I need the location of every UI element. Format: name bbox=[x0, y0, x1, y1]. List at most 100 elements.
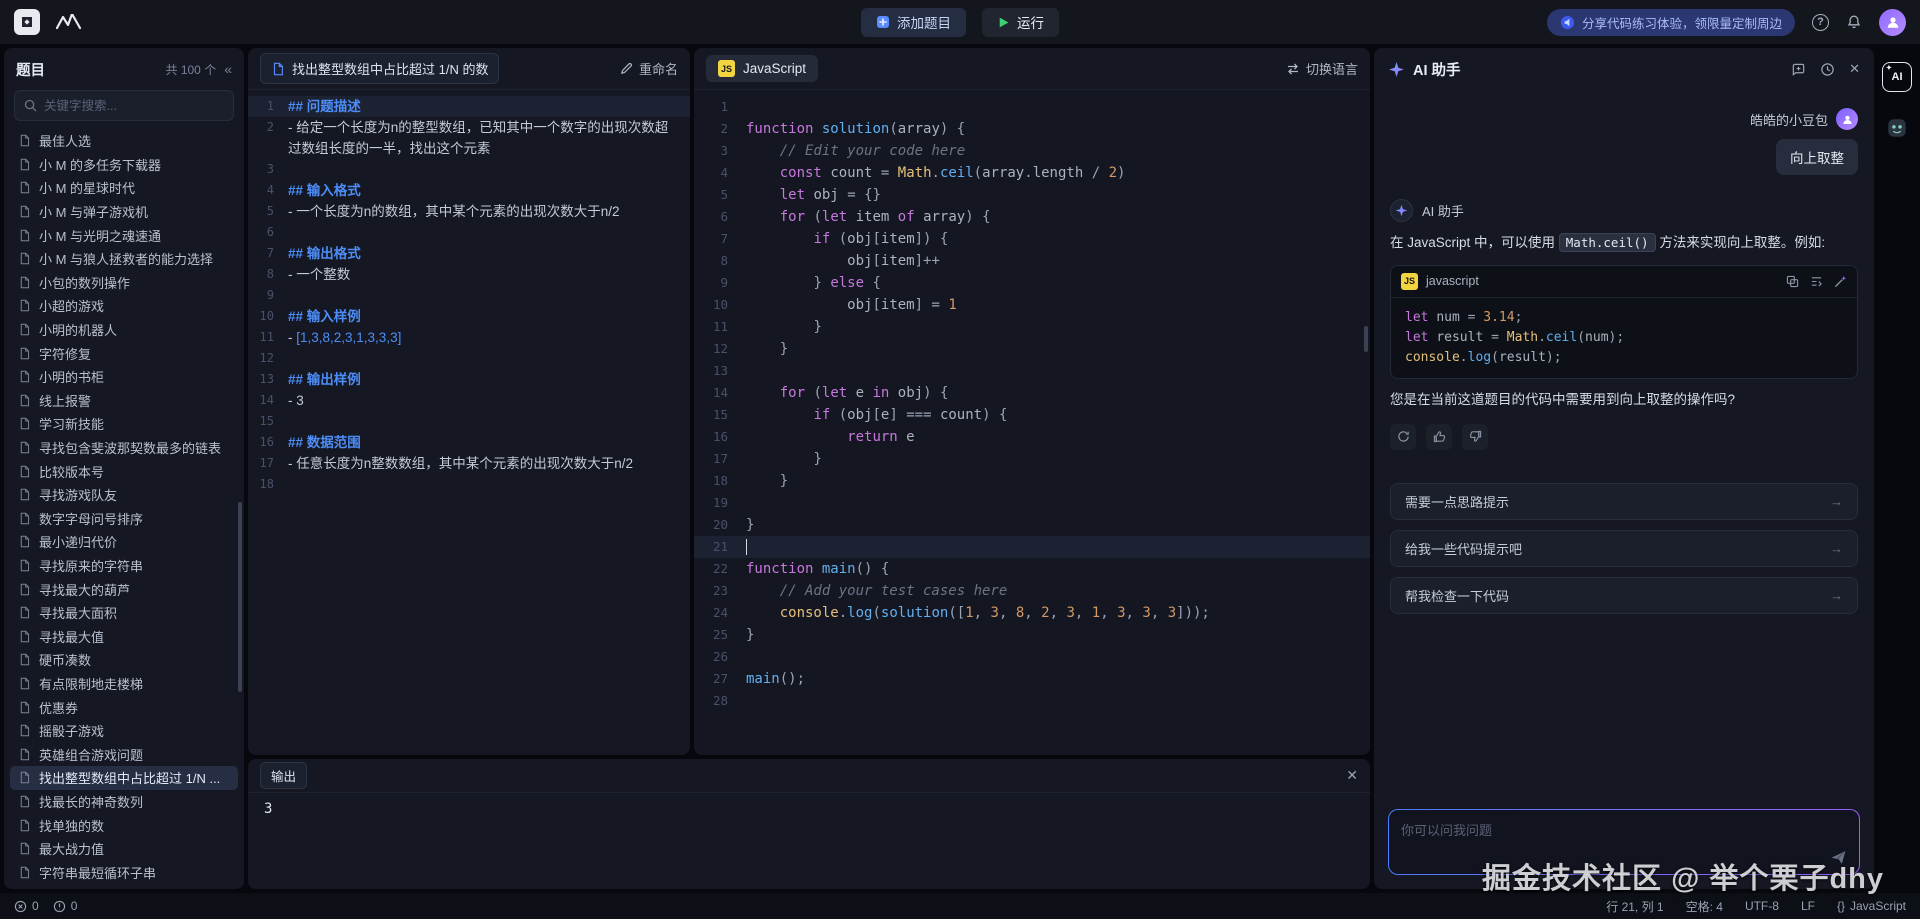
sidebar-item[interactable]: 摇骰子游戏 bbox=[10, 719, 238, 743]
sidebar-item[interactable]: 小明的机器人 bbox=[10, 318, 238, 342]
problem-content[interactable]: 1## 问题描述2- 给定一个长度为n的整型数组，已知其中一个数字的出现次数超过… bbox=[248, 90, 690, 755]
sidebar-item[interactable]: 寻找最大面积 bbox=[10, 601, 238, 625]
chat-username: 皓皓的小豆包 bbox=[1750, 110, 1828, 129]
sidebar-item[interactable]: 寻找最大值 bbox=[10, 624, 238, 648]
sidebar-item[interactable]: 优惠券 bbox=[10, 695, 238, 719]
regenerate-icon[interactable] bbox=[1390, 424, 1416, 450]
sidebar-item[interactable]: 最小递归代价 bbox=[10, 530, 238, 554]
warnings-indicator[interactable]: 0 bbox=[53, 899, 78, 913]
sidebar-item[interactable]: 学习新技能 bbox=[10, 412, 238, 436]
sidebar-item[interactable]: 小超的游戏 bbox=[10, 294, 238, 318]
problem-doc-icon bbox=[271, 62, 285, 76]
sidebar-item[interactable]: 线上报警 bbox=[10, 389, 238, 413]
ai-question-input[interactable] bbox=[1401, 820, 1847, 864]
ai-avatar bbox=[1390, 199, 1413, 222]
code-line: 20} bbox=[694, 514, 1370, 536]
sidebar-item[interactable]: 英雄组合游戏问题 bbox=[10, 742, 238, 766]
history-icon[interactable] bbox=[1820, 62, 1835, 77]
ai-code-line: let num = 3.14; bbox=[1405, 308, 1843, 328]
sidebar-item[interactable]: 小 M 的多任务下载器 bbox=[10, 153, 238, 177]
code-line: 15 if (obj[e] === count) { bbox=[694, 404, 1370, 426]
sidebar-item[interactable]: 数字字母问号排序 bbox=[10, 507, 238, 531]
run-button[interactable]: 运行 bbox=[982, 8, 1059, 37]
rail-sparkle-icon: ✦ bbox=[1886, 64, 1892, 72]
sidebar-item[interactable]: 最佳人选 bbox=[10, 129, 238, 153]
ai-assistant-panel: AI 助手 ✕ 皓皓的小豆包 bbox=[1374, 48, 1874, 889]
sidebar-item[interactable]: 寻找原来的字符串 bbox=[10, 554, 238, 578]
sidebar-item[interactable]: 字符串最短循环子串 bbox=[10, 860, 238, 884]
sidebar: 题目 共 100 个 « 最佳人选小 M 的多任务下载器小 M 的星球时代小 M… bbox=[4, 48, 244, 889]
rename-button[interactable]: 重命名 bbox=[620, 59, 678, 78]
suggestion-button[interactable]: 给我一些代码提示吧→ bbox=[1390, 530, 1858, 567]
collapse-sidebar-icon[interactable]: « bbox=[224, 61, 232, 77]
editor-header: JS JavaScript 切换语言 bbox=[694, 48, 1370, 90]
sidebar-item[interactable]: 找最长的神奇数列 bbox=[10, 790, 238, 814]
sidebar-item[interactable]: 小明的书柜 bbox=[10, 365, 238, 389]
javascript-icon: JS bbox=[718, 60, 735, 77]
user-avatar[interactable] bbox=[1879, 9, 1906, 36]
problem-header: 找出整型数组中占比超过 1/N 的数 重命名 bbox=[248, 48, 690, 90]
sidebar-item[interactable]: 找单独的数 bbox=[10, 813, 238, 837]
search-input[interactable] bbox=[44, 99, 224, 113]
ai-code-block: JS javascript bbox=[1390, 265, 1858, 379]
problem-title-chip[interactable]: 找出整型数组中占比超过 1/N 的数 bbox=[260, 53, 499, 84]
sidebar-item[interactable]: 小 M 的星球时代 bbox=[10, 176, 238, 200]
eol-setting[interactable]: LF bbox=[1801, 899, 1815, 913]
close-output-icon[interactable]: ✕ bbox=[1346, 767, 1358, 784]
magic-wand-icon[interactable] bbox=[1834, 275, 1847, 288]
bell-icon[interactable] bbox=[1846, 14, 1862, 30]
sidebar-item[interactable]: 小 M 与狼人拯救者的能力选择 bbox=[10, 247, 238, 271]
sidebar-item[interactable]: 字符修复 bbox=[10, 341, 238, 365]
errors-indicator[interactable]: 0 bbox=[14, 899, 39, 913]
close-panel-icon[interactable]: ✕ bbox=[1849, 61, 1860, 77]
sidebar-item[interactable]: 寻找最大的葫芦 bbox=[10, 577, 238, 601]
search-box[interactable] bbox=[14, 90, 234, 121]
sidebar-item[interactable]: 小 M 与光明之魂速通 bbox=[10, 223, 238, 247]
send-icon[interactable] bbox=[1830, 849, 1847, 866]
sidebar-item[interactable]: 找出整型数组中占比超过 1/N ... bbox=[10, 766, 238, 790]
ai-code-line: console.log(result); bbox=[1405, 348, 1843, 368]
document-icon bbox=[18, 229, 31, 242]
thumbs-down-icon[interactable] bbox=[1462, 424, 1488, 450]
marscode-logo-icon[interactable] bbox=[56, 14, 82, 30]
app-logo-icon[interactable] bbox=[14, 9, 40, 35]
app-root: 添加题目 运行 分享代码练习体验，领限量定制周边 ? bbox=[0, 0, 1920, 919]
cursor-position[interactable]: 行 21, 列 1 bbox=[1606, 898, 1663, 915]
editor-scrollbar[interactable] bbox=[1364, 326, 1368, 352]
language-tab[interactable]: JS JavaScript bbox=[706, 55, 818, 82]
topbar-center: 添加题目 运行 bbox=[861, 8, 1059, 37]
promo-banner[interactable]: 分享代码练习体验，领限量定制周边 bbox=[1547, 9, 1795, 36]
indent-setting[interactable]: 空格: 4 bbox=[1686, 898, 1723, 915]
sidebar-item[interactable]: 硬币凑数 bbox=[10, 648, 238, 672]
new-chat-icon[interactable] bbox=[1791, 62, 1806, 77]
switch-language-button[interactable]: 切换语言 bbox=[1286, 59, 1358, 78]
thumbs-up-icon[interactable] bbox=[1426, 424, 1452, 450]
sidebar-item[interactable]: 寻找游戏队友 bbox=[10, 483, 238, 507]
help-icon[interactable]: ? bbox=[1812, 14, 1829, 31]
ai-input-box[interactable] bbox=[1388, 809, 1860, 875]
encoding-setting[interactable]: UTF-8 bbox=[1745, 899, 1779, 913]
code-line: 5 let obj = {} bbox=[694, 184, 1370, 206]
error-icon bbox=[14, 900, 27, 913]
sidebar-item[interactable]: 有点限制地走楼梯 bbox=[10, 672, 238, 696]
suggestion-button[interactable]: 帮我检查一下代码→ bbox=[1390, 577, 1858, 614]
sidebar-item[interactable]: 寻找包含斐波那契数最多的链表 bbox=[10, 436, 238, 460]
suggestion-button[interactable]: 需要一点思路提示→ bbox=[1390, 483, 1858, 520]
language-mode[interactable]: {} JavaScript bbox=[1837, 899, 1906, 913]
sidebar-item[interactable]: 小包的数列操作 bbox=[10, 271, 238, 295]
document-icon bbox=[18, 559, 31, 572]
practice-icon[interactable] bbox=[1885, 116, 1909, 140]
sidebar-item[interactable]: 比较版本号 bbox=[10, 459, 238, 483]
output-tab[interactable]: 输出 bbox=[260, 762, 307, 789]
code-editor[interactable]: 1 2function solution(array) {3 // Edit y… bbox=[694, 90, 1370, 755]
sidebar-scrollbar[interactable] bbox=[238, 502, 242, 692]
markdown-line: 11- [1,3,8,2,3,1,3,3,3] bbox=[248, 327, 690, 348]
insert-code-icon[interactable] bbox=[1810, 275, 1823, 288]
add-problem-button[interactable]: 添加题目 bbox=[861, 8, 966, 37]
sidebar-item[interactable]: 最大战力值 bbox=[10, 837, 238, 861]
copy-icon[interactable] bbox=[1786, 275, 1799, 288]
code-line: 22function main() { bbox=[694, 558, 1370, 580]
ai-rail-button[interactable]: ✦ AI bbox=[1882, 62, 1912, 92]
markdown-line: 12 bbox=[248, 348, 690, 369]
sidebar-item[interactable]: 小 M 与弹子游戏机 bbox=[10, 200, 238, 224]
